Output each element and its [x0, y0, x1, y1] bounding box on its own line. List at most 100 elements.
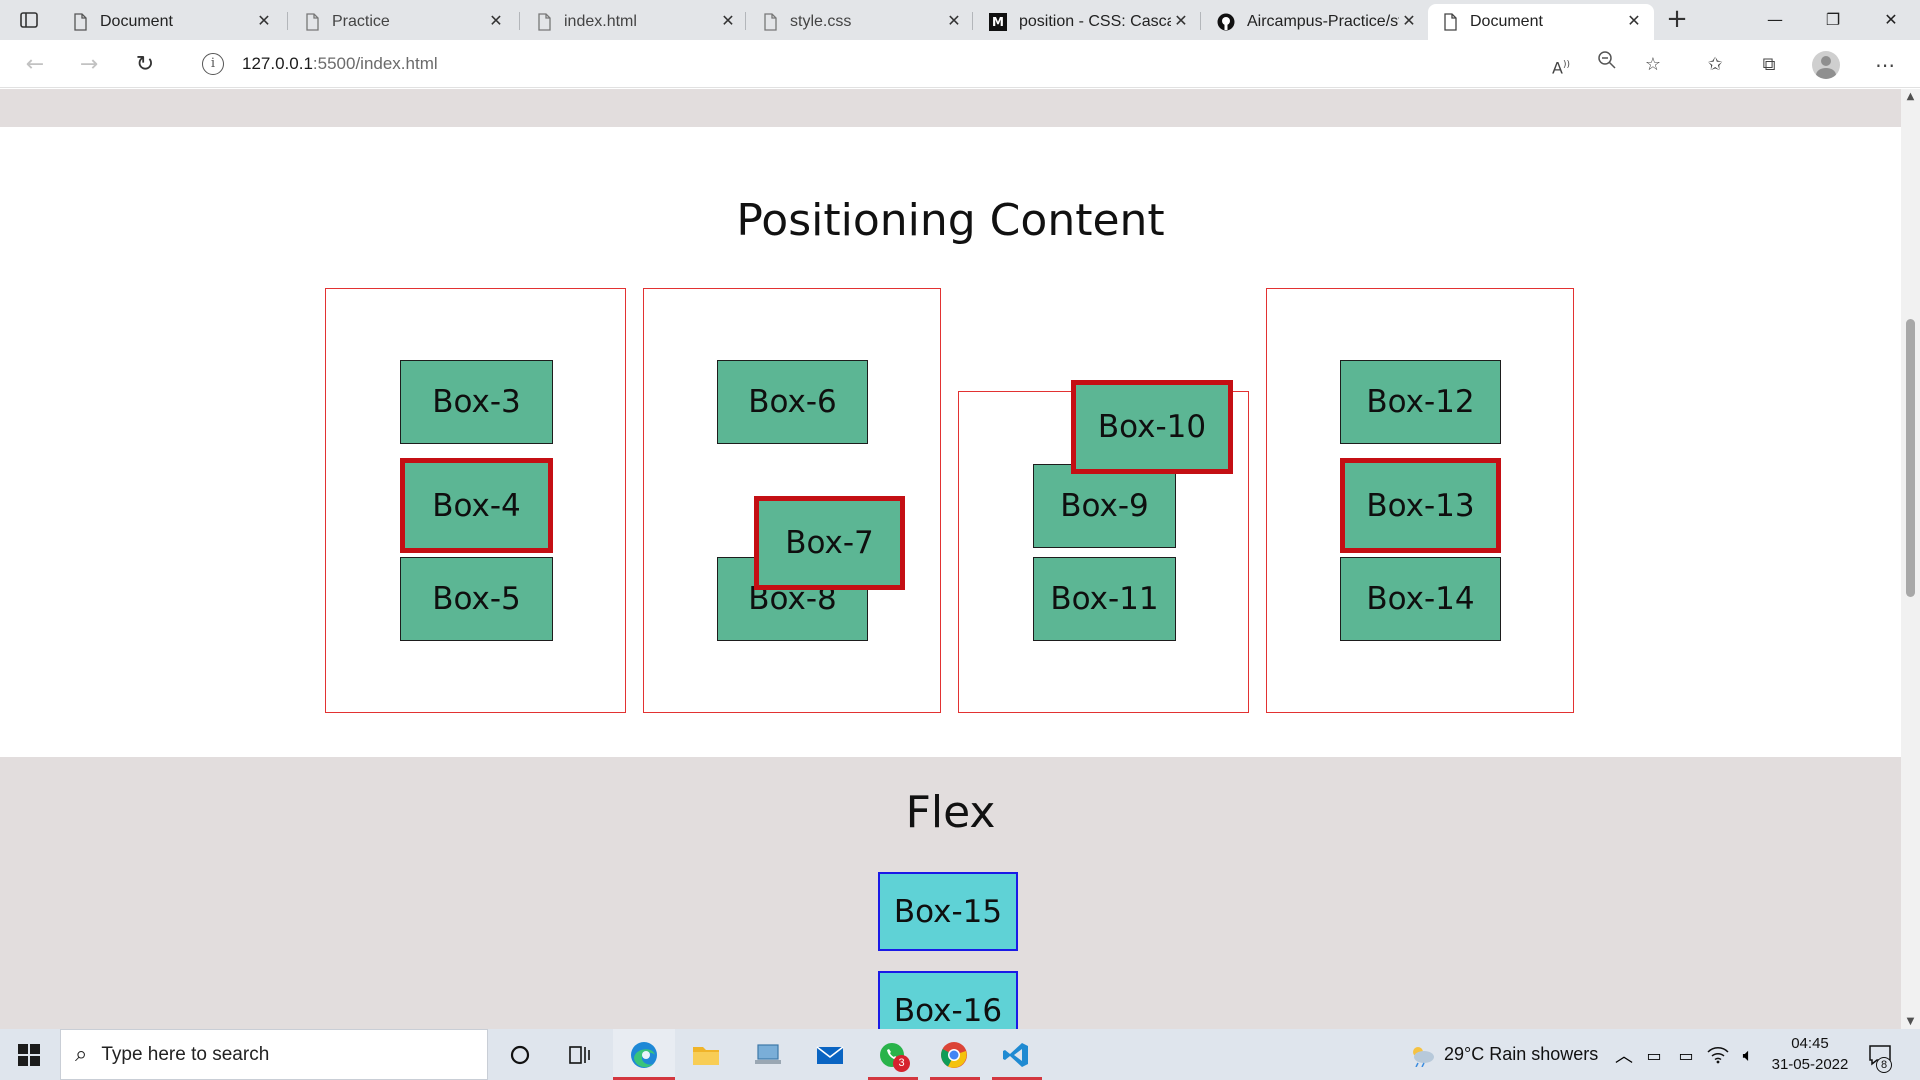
box-5: Box-5 — [400, 557, 553, 641]
weather-text[interactable]: 29°C Rain showers — [1444, 1044, 1598, 1065]
github-icon — [1217, 13, 1235, 31]
meet-now-icon[interactable]: ▭ — [1636, 1037, 1672, 1073]
tab-label: Aircampus-Practice/st — [1247, 13, 1399, 30]
clock-time[interactable]: 04:45 — [1780, 1035, 1840, 1052]
position-container-1: Box-3 Box-4 Box-5 — [325, 288, 626, 713]
page-scrollbar[interactable]: ▲ ▼ — [1901, 89, 1920, 1029]
browser-toolbar: ← → ↻ i 127.0.0.1:5500/index.html A)) ☆ … — [0, 40, 1920, 88]
mdn-icon: M — [989, 13, 1007, 31]
tab-actions-icon — [20, 12, 38, 28]
tab-index-html[interactable]: index.html ✕ — [522, 4, 748, 40]
forward-button[interactable]: → — [74, 50, 104, 80]
mail-icon[interactable] — [812, 1037, 848, 1073]
notifications-badge: 8 — [1876, 1057, 1892, 1073]
profile-avatar[interactable] — [1812, 51, 1840, 79]
box-6: Box-6 — [717, 360, 868, 444]
box-16: Box-16 — [878, 971, 1018, 1029]
close-icon[interactable]: ✕ — [1399, 12, 1419, 32]
tab-separator — [745, 12, 746, 30]
favorites-icon[interactable]: ✩ — [1700, 50, 1730, 80]
search-placeholder: Type here to search — [101, 1043, 270, 1065]
top-gray-band — [0, 89, 1901, 127]
refresh-button[interactable]: ↻ — [130, 50, 160, 80]
pc-settings-icon[interactable] — [750, 1037, 786, 1073]
chrome-icon[interactable] — [936, 1037, 972, 1073]
read-aloud-icon[interactable]: A)) — [1546, 50, 1576, 80]
box-15: Box-15 — [878, 872, 1018, 951]
weather-icon[interactable] — [1404, 1037, 1440, 1073]
page-icon — [1444, 13, 1457, 31]
close-icon[interactable]: ✕ — [1171, 12, 1191, 32]
collections-icon[interactable]: ⧉ — [1754, 50, 1784, 80]
tab-style-css[interactable]: style.css ✕ — [748, 4, 974, 40]
box-3: Box-3 — [400, 360, 553, 444]
url-host: 127.0.0.1 — [242, 54, 313, 73]
address-bar[interactable]: i 127.0.0.1:5500/index.html — [180, 47, 1650, 81]
close-icon[interactable]: ✕ — [718, 12, 738, 32]
tab-separator — [1200, 12, 1201, 30]
search-icon: ⌕ — [75, 1042, 88, 1067]
tab-separator — [287, 12, 288, 30]
page-icon — [538, 13, 551, 31]
position-container-3: Box-9 Box-11 Box-10 — [958, 380, 1249, 713]
cortana-icon[interactable] — [502, 1037, 538, 1073]
edge-icon[interactable] — [626, 1037, 662, 1073]
more-options-icon[interactable]: ⋯ — [1870, 50, 1900, 80]
scroll-thumb[interactable] — [1906, 319, 1915, 597]
back-button[interactable]: ← — [20, 50, 50, 80]
minimize-button[interactable]: — — [1746, 0, 1804, 40]
tab-label: position - CSS: Cascad — [1019, 13, 1171, 30]
scroll-down-arrow[interactable]: ▼ — [1905, 1016, 1916, 1027]
tab-practice[interactable]: Practice ✕ — [290, 4, 516, 40]
tab-label: Document — [100, 13, 173, 30]
tab-mdn-position[interactable]: M position - CSS: Cascad ✕ — [975, 4, 1201, 40]
file-explorer-icon[interactable] — [688, 1037, 724, 1073]
restore-button[interactable]: ❐ — [1804, 0, 1862, 40]
flex-title: Flex — [905, 787, 996, 838]
tab-label: index.html — [564, 13, 637, 30]
tab-label: Document — [1470, 13, 1543, 30]
close-window-button[interactable]: ✕ — [1862, 0, 1920, 40]
taskbar-search[interactable]: ⌕ Type here to search — [60, 1029, 488, 1080]
page-icon — [74, 13, 87, 31]
box-11: Box-11 — [1033, 557, 1176, 641]
windows-taskbar: ⌕ Type here to search 3 29°C Rain shower… — [0, 1029, 1920, 1080]
vscode-icon[interactable] — [998, 1037, 1034, 1073]
close-icon[interactable]: ✕ — [944, 12, 964, 32]
tab-document-active[interactable]: Document ✕ — [1428, 4, 1654, 40]
new-tab-button[interactable]: + — [1662, 6, 1692, 34]
box-9: Box-9 — [1033, 464, 1176, 548]
box-7: Box-7 — [754, 496, 905, 590]
add-favorite-icon[interactable]: ☆ — [1638, 50, 1668, 80]
tab-label: Practice — [332, 13, 390, 30]
volume-icon[interactable]: 🔈︎ — [1730, 1037, 1766, 1073]
windows-start-icon[interactable] — [18, 1044, 40, 1066]
battery-icon[interactable]: ▭ — [1668, 1037, 1704, 1073]
url-path: :5500/index.html — [312, 54, 438, 73]
position-container-2: Box-6 Box-8 Box-7 — [643, 288, 941, 713]
box-14: Box-14 — [1340, 557, 1501, 641]
tab-label: style.css — [790, 13, 852, 30]
tab-github-aircampus[interactable]: Aircampus-Practice/st ✕ — [1203, 4, 1429, 40]
task-view-icon[interactable] — [562, 1037, 598, 1073]
box-10: Box-10 — [1071, 380, 1233, 474]
page-icon — [306, 13, 319, 31]
position-container-4: Box-12 Box-13 Box-14 — [1266, 288, 1574, 713]
positioning-title: Positioning Content — [736, 195, 1165, 246]
close-icon[interactable]: ✕ — [1624, 12, 1644, 32]
close-icon[interactable]: ✕ — [486, 12, 506, 32]
tab-document-1[interactable]: Document ✕ — [58, 4, 284, 40]
close-icon[interactable]: ✕ — [254, 12, 274, 32]
clock-date[interactable]: 31-05-2022 — [1766, 1056, 1854, 1073]
box-13: Box-13 — [1340, 458, 1501, 553]
scroll-up-arrow[interactable]: ▲ — [1905, 91, 1916, 102]
box-4: Box-4 — [400, 458, 553, 553]
tab-separator — [519, 12, 520, 30]
flex-section: Flex Box-15 Box-16 — [0, 757, 1901, 1029]
page-viewport: Positioning Content Box-3 Box-4 Box-5 Bo… — [0, 89, 1901, 1029]
info-icon[interactable]: i — [202, 53, 224, 75]
zoom-out-icon[interactable] — [1592, 50, 1622, 80]
address-url[interactable]: 127.0.0.1:5500/index.html — [242, 54, 438, 74]
page-icon — [764, 13, 777, 31]
tab-actions-button[interactable] — [14, 8, 42, 32]
